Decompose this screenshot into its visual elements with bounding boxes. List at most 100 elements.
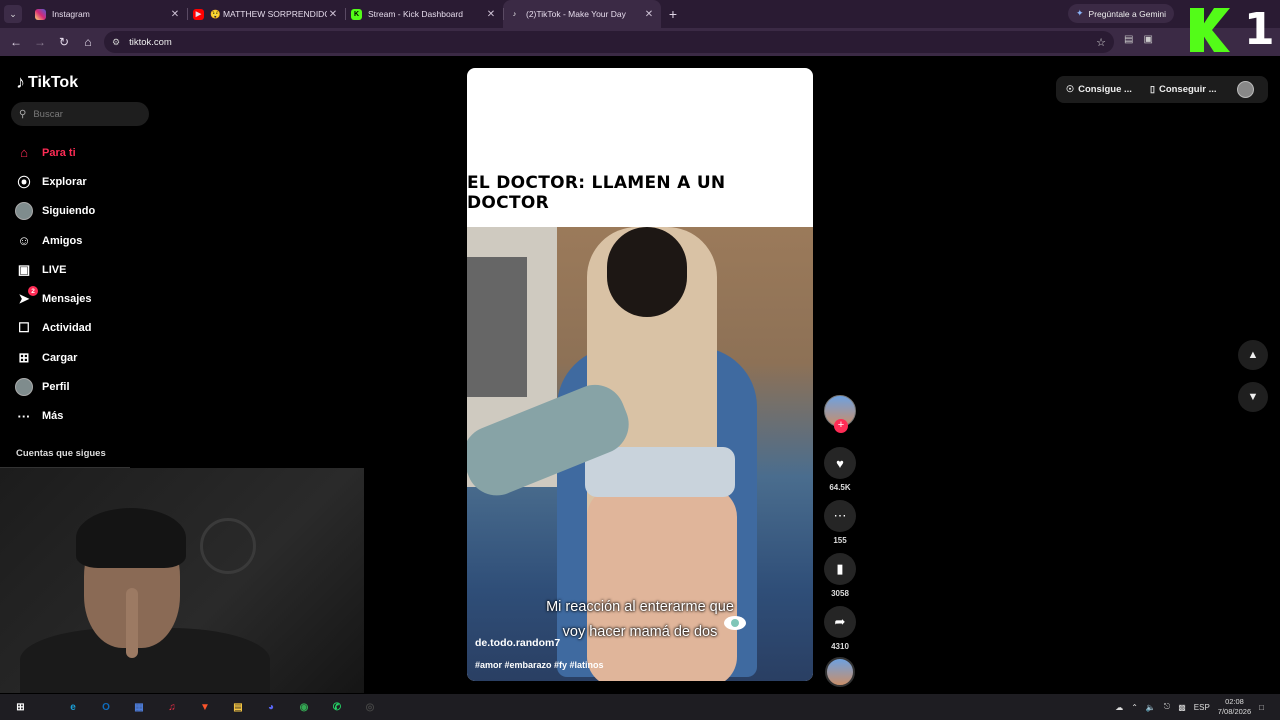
sidebar-item-m-s[interactable]: ··· Más: [14, 402, 95, 431]
tab-title: Stream - Kick Dashboard: [368, 9, 463, 19]
clock-time: 02:08: [1225, 697, 1244, 706]
bookmark-icon[interactable]: ▮: [824, 553, 856, 585]
video-top-caption-area: EL DOCTOR: LLAMEN A UN DOCTOR: [467, 68, 813, 227]
bookmark-star-icon[interactable]: ☆: [1096, 36, 1106, 49]
mic-icon[interactable]: ⎋: [1164, 702, 1170, 712]
tab-tiktok[interactable]: ♪ (2)TikTok - Make Your Day ✕: [503, 0, 661, 28]
sidebar-item-cargar[interactable]: ⊞ Cargar: [14, 343, 95, 372]
video-actions: + ♥ 64.5K ⋯ 155 ▮ 3058 ➦ 4310: [823, 395, 857, 687]
tab-search-button[interactable]: ⌄: [0, 0, 26, 28]
tab-instagram[interactable]: Instagram ✕: [29, 0, 187, 28]
follow-plus-icon[interactable]: +: [834, 419, 848, 433]
comment-action[interactable]: ⋯ 155: [823, 500, 857, 547]
overlay-number: 1: [1244, 4, 1275, 55]
calculator-icon[interactable]: ▦: [129, 698, 149, 716]
notification-badge: 2: [28, 286, 38, 297]
friends-icon: ☺: [17, 233, 31, 249]
streamer-hair: [76, 508, 186, 568]
whatsapp-icon[interactable]: ✆: [327, 698, 347, 716]
share-icon[interactable]: ➦: [824, 606, 856, 638]
sidebar-item-perfil[interactable]: Perfil: [14, 372, 95, 401]
network-icon[interactable]: ▩: [1178, 703, 1186, 712]
creator-avatar[interactable]: +: [824, 395, 856, 433]
clock[interactable]: 02:08 7/08/2026: [1218, 697, 1251, 717]
chevron-down-icon: ▼: [1247, 391, 1259, 403]
forward-icon[interactable]: →: [28, 30, 52, 54]
chevron-up-icon[interactable]: ⌃: [1131, 703, 1138, 712]
comment-icon[interactable]: ⋯: [824, 500, 856, 532]
sound-disc[interactable]: [823, 657, 857, 687]
sidebar-item-explorar[interactable]: ⦿ Explorar: [14, 167, 95, 196]
close-icon[interactable]: ✕: [485, 9, 497, 20]
save-action[interactable]: ▮ 3058: [823, 553, 857, 600]
share-action[interactable]: ➦ 4310: [823, 606, 857, 653]
scene-hair: [607, 227, 687, 317]
home-icon[interactable]: ⌂: [76, 30, 100, 54]
sidebar-item-para-ti[interactable]: ⌂ Para ti: [14, 138, 95, 167]
video-author[interactable]: de.todo.random7: [475, 637, 560, 649]
previous-video-button[interactable]: ▲: [1238, 340, 1268, 370]
sidebar-item-siguiendo[interactable]: Siguiendo: [14, 197, 95, 226]
tiktok-note-icon: ♪: [16, 72, 25, 92]
file-explorer-icon[interactable]: ▤: [228, 698, 248, 716]
sound-avatar: [825, 657, 855, 687]
outlook-icon[interactable]: O: [96, 698, 116, 716]
taskbar-apps: ⊞ e O ▦ ♫ ▼ ▤ ◕ ◉ ✆ ◎: [4, 698, 387, 716]
extension-icon[interactable]: ▣: [1143, 34, 1152, 45]
tab-kick-dashboard[interactable]: K Stream - Kick Dashboard ✕: [345, 0, 503, 28]
save-count: 3058: [831, 589, 849, 598]
sidebar-nav: ⌂ Para ti ⦿ Explorar Siguiendo ☺ Amigos ▣ LIVE ➤ 2…: [14, 138, 95, 431]
more-icon: ···: [17, 408, 31, 424]
chrome-icon[interactable]: ◉: [294, 698, 314, 716]
profile-avatar-icon: [14, 377, 34, 397]
weather-icon[interactable]: ☁: [1115, 703, 1123, 712]
tab-title: 😲 MATTHEW SORPRENDIDO: [210, 8, 327, 19]
brave-icon[interactable]: ▼: [195, 698, 215, 716]
media-controls-icon[interactable]: ▤: [1124, 34, 1133, 45]
tiktok-logo[interactable]: ♪ TikTok: [16, 72, 78, 93]
logo-text: TikTok: [28, 73, 79, 91]
back-icon[interactable]: ←: [4, 30, 28, 54]
user-avatar[interactable]: [1237, 81, 1254, 98]
obs-icon[interactable]: ◎: [360, 698, 380, 716]
phone-icon: ▯: [1150, 84, 1155, 94]
new-tab-button[interactable]: +: [661, 6, 685, 22]
heart-icon[interactable]: ♥: [824, 447, 856, 479]
get-coins-button[interactable]: ☉ Consigue ...: [1056, 84, 1140, 95]
notification-icon[interactable]: □: [1259, 703, 1264, 712]
language-indicator[interactable]: ESP: [1194, 703, 1210, 712]
sidebar-item-mensajes[interactable]: ➤ 2 Mensajes: [14, 284, 95, 313]
live-icon: ▣: [17, 261, 31, 277]
close-icon[interactable]: ✕: [643, 9, 655, 20]
like-action[interactable]: ♥ 64.5K: [823, 447, 857, 494]
windows-start-icon[interactable]: ⊞: [11, 698, 31, 716]
extension-icons: ▤ ▣: [1124, 34, 1153, 45]
wall-fan: [200, 518, 256, 574]
windows-taskbar: ⊞ e O ▦ ♫ ▼ ▤ ◕ ◉ ✆ ◎ ☁ ⌃ 🔈 ⎋ ▩ ESP 02:08 7/08/202…: [0, 694, 1280, 720]
reload-icon[interactable]: ↻: [52, 30, 76, 54]
search-input[interactable]: ⚲ Buscar: [11, 102, 149, 126]
video-hashtags[interactable]: #amor #embarazo #fy #latinos: [475, 660, 604, 670]
sidebar-item-amigos[interactable]: ☺ Amigos: [14, 226, 95, 255]
gemini-icon: ✦: [1076, 8, 1084, 18]
sidebar-item-label: Actividad: [42, 322, 92, 335]
gemini-button[interactable]: ✦ Pregúntale a Gemini: [1068, 4, 1175, 23]
speaker-icon[interactable]: 🔈: [1146, 703, 1156, 712]
get-app-button[interactable]: ▯ Conseguir ...: [1140, 84, 1224, 95]
tiktok-icon: ♪: [512, 10, 517, 18]
discord-icon[interactable]: ◕: [261, 698, 281, 716]
edge-icon[interactable]: e: [63, 698, 83, 716]
address-bar[interactable]: ⚙ tiktok.com ☆: [104, 31, 1114, 53]
tab-youtube[interactable]: ▶ 😲 MATTHEW SORPRENDIDO ✕: [187, 0, 345, 28]
video-player[interactable]: EL DOCTOR: LLAMEN A UN DOCTOR Mi reacció…: [467, 68, 813, 681]
music-icon[interactable]: ♫: [162, 698, 182, 716]
sidebar-item-actividad[interactable]: ☐ Actividad: [14, 314, 95, 343]
scene-shorts: [585, 447, 735, 497]
next-video-button[interactable]: ▼: [1238, 382, 1268, 412]
site-settings-icon[interactable]: ⚙: [112, 37, 120, 48]
close-icon[interactable]: ✕: [169, 9, 181, 20]
close-icon[interactable]: ✕: [327, 9, 339, 20]
sidebar-item-live[interactable]: ▣ LIVE: [14, 255, 95, 284]
sidebar-item-label: Más: [42, 410, 64, 423]
sidebar-item-label: Perfil: [42, 381, 70, 394]
